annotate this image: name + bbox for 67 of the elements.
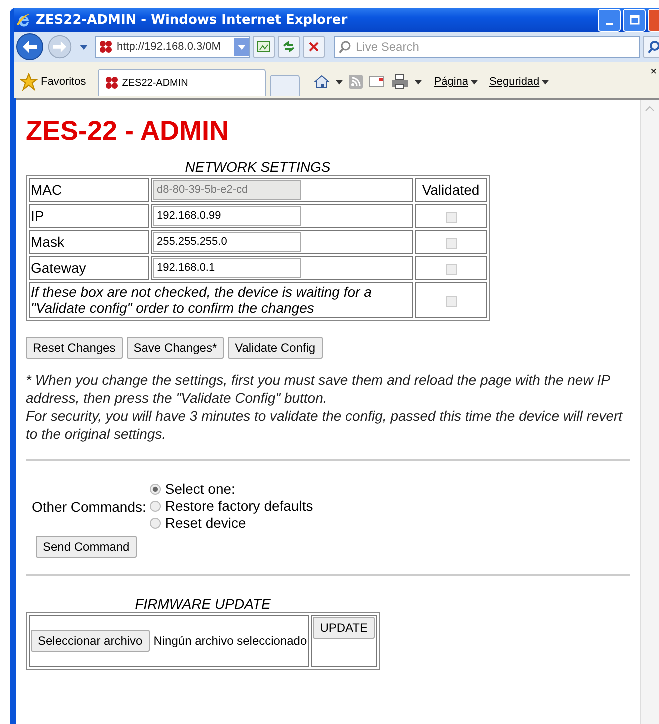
minimize-icon <box>606 23 613 25</box>
note-text: If these box are not checked, the device is waiting for a "Validate config" order to confirm the changes <box>31 284 372 316</box>
site-icon <box>105 76 120 90</box>
field-label: Gateway <box>31 260 86 276</box>
feed-icon[interactable] <box>349 75 364 89</box>
refresh-button[interactable] <box>278 36 300 58</box>
scrollbar[interactable] <box>640 100 659 724</box>
mail-icon[interactable] <box>369 76 386 88</box>
chart-icon <box>257 40 271 54</box>
column-header: Validated <box>422 182 480 198</box>
caret-icon <box>542 80 549 84</box>
compatibility-button[interactable] <box>253 36 275 58</box>
browser-logo-icon <box>16 12 32 28</box>
action-button[interactable]: Reset Changes <box>26 337 123 359</box>
action-button[interactable]: Validate Config <box>228 337 323 359</box>
maximize-button[interactable] <box>623 8 646 32</box>
table-caption: NETWORK SETTINGS <box>184 159 332 175</box>
close-button[interactable] <box>648 8 659 32</box>
field-label: Mask <box>31 234 64 250</box>
file-status: Ningún archivo seleccionado <box>154 634 308 648</box>
minimize-button[interactable] <box>598 8 621 32</box>
table-caption: FIRMWARE UPDATE <box>134 596 272 612</box>
maximize-icon <box>630 15 640 25</box>
input-field[interactable]: 192.168.0.1 <box>153 258 301 278</box>
radio-button[interactable] <box>150 484 162 495</box>
caret-icon[interactable] <box>80 44 88 50</box>
search-button[interactable] <box>643 36 659 58</box>
info-paragraph: For security, you will have 3 minutes to validate the config, passed this time the device will revert to the original settings. <box>26 407 624 443</box>
search-icon <box>338 40 352 54</box>
field-label: MAC <box>31 182 62 198</box>
input-field[interactable]: 192.168.0.99 <box>153 206 301 226</box>
input-field[interactable]: d8-80-39-5b-e2-cd <box>153 180 301 200</box>
refresh-icon <box>282 40 296 54</box>
back-button[interactable] <box>16 33 44 61</box>
home-icon[interactable] <box>314 74 330 90</box>
search-icon <box>647 40 659 54</box>
info-paragraph: * When you change the settings, first you must save them and reload the page with the new IP address, then press the "Validate Config" button. <box>26 371 612 407</box>
action-button[interactable]: Save Changes* <box>126 337 224 359</box>
caret-icon <box>470 80 478 84</box>
option-label[interactable]: Restore factory defaults <box>165 498 314 515</box>
star-icon <box>20 73 38 91</box>
stop-button[interactable] <box>303 36 325 58</box>
window-title: ZES22-ADMIN - Windows Internet Explorer <box>36 12 349 28</box>
choose-file-button[interactable]: Seleccionar archivo <box>31 630 150 652</box>
option-label[interactable]: Select one: <box>165 481 236 498</box>
address-field[interactable]: http://192.168.0.3/0M <box>95 36 250 58</box>
caret-icon[interactable] <box>415 80 422 84</box>
favorites-button[interactable]: Favoritos <box>20 68 86 96</box>
caret-icon[interactable] <box>336 80 344 84</box>
page-heading: ZES-22 - ADMIN <box>26 116 230 147</box>
input-field[interactable]: 255.255.255.0 <box>153 232 301 252</box>
radio-button[interactable] <box>150 501 162 512</box>
menu-button[interactable]: Seguridad <box>490 76 549 88</box>
commands-label: Other Commands: <box>32 498 146 514</box>
dropdown-button[interactable] <box>234 38 249 56</box>
menu-button[interactable]: Página <box>434 76 478 88</box>
browser-tab[interactable]: ZES22-ADMIN <box>98 69 266 96</box>
site-icon <box>99 40 113 54</box>
option-label[interactable]: Reset device <box>165 515 246 532</box>
update-button[interactable]: UPDATE <box>313 617 375 639</box>
field-label: IP <box>31 208 44 224</box>
printer-icon[interactable] <box>391 74 410 90</box>
send-command-button[interactable]: Send Command <box>36 536 137 558</box>
close-tab-glyph[interactable]: × <box>650 66 657 78</box>
radio-button[interactable] <box>150 518 162 529</box>
caret-icon <box>238 44 246 50</box>
stop-icon <box>307 40 321 54</box>
